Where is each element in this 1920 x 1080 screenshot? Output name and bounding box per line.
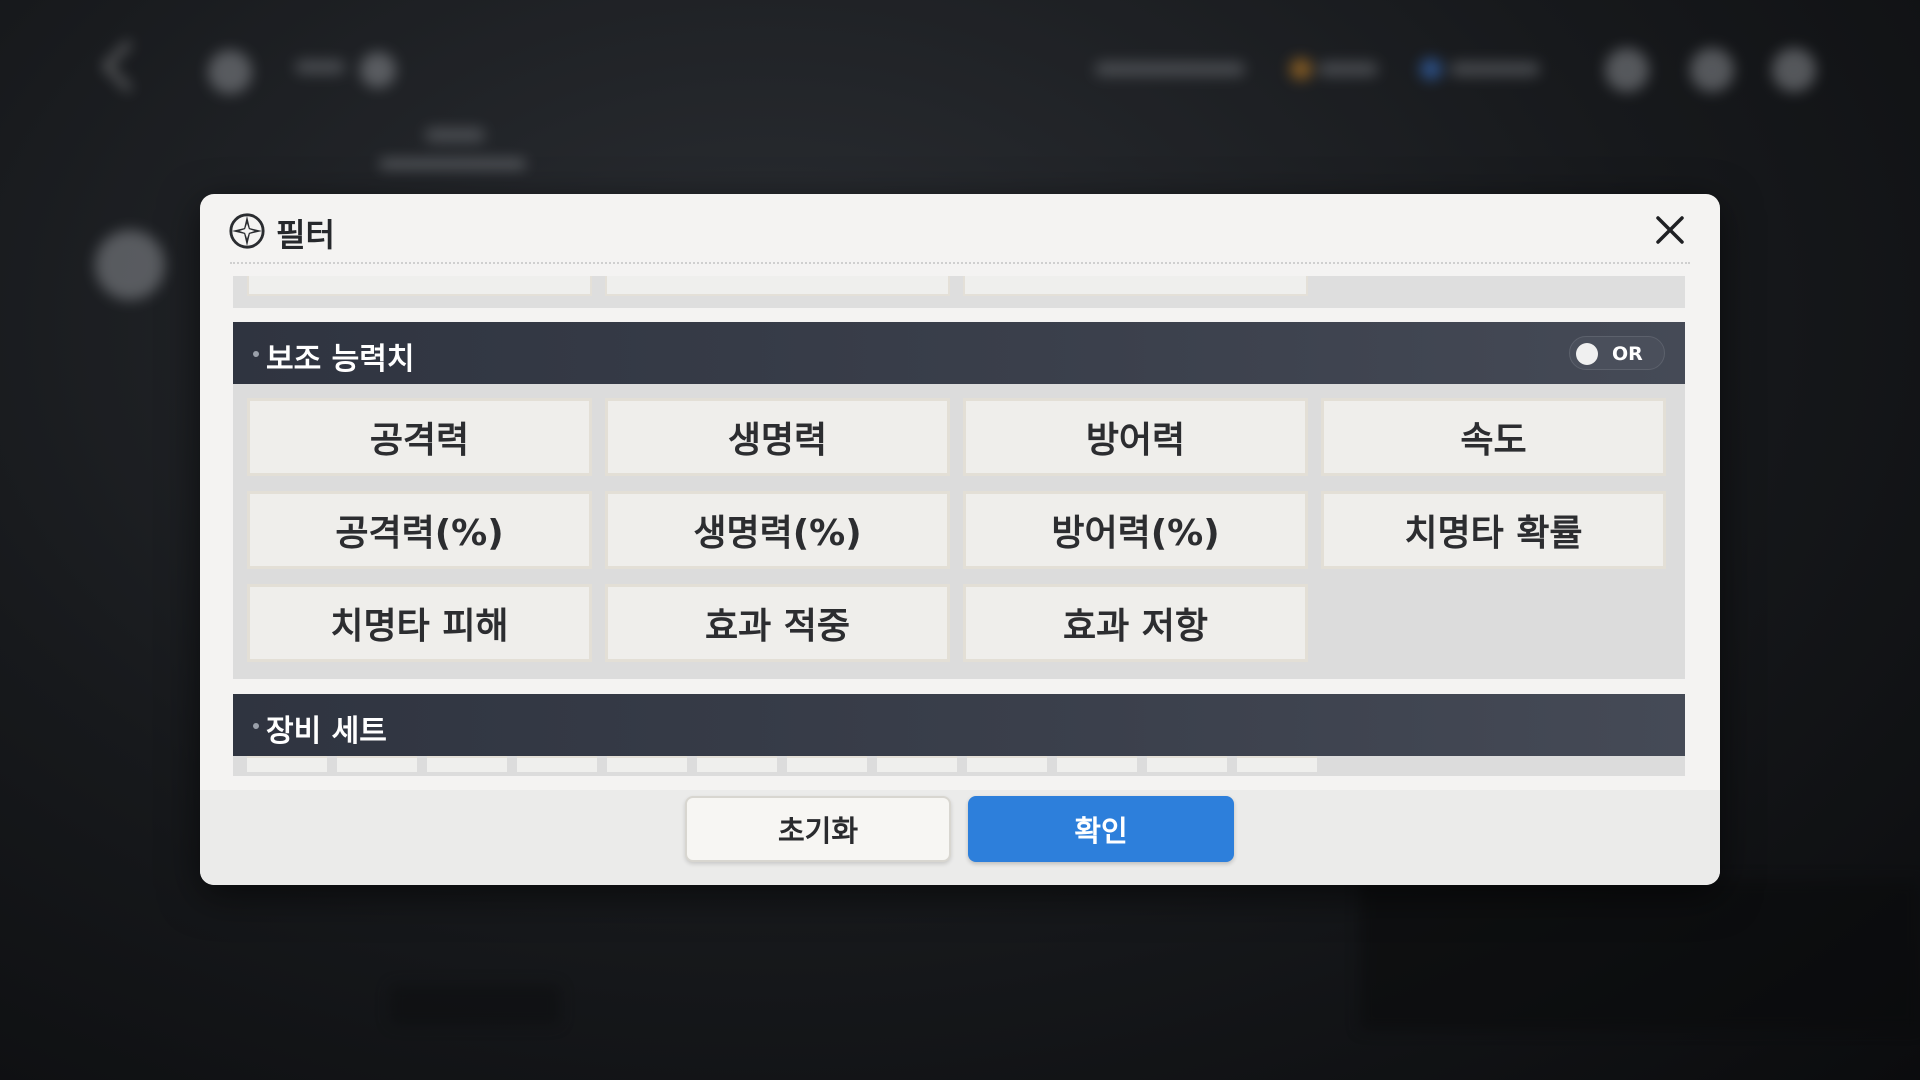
background-button: [390, 985, 560, 1025]
dialog-footer: 초기화 확인: [200, 790, 1720, 885]
bullet-icon: [253, 723, 259, 729]
dialog-header: 필터: [200, 194, 1720, 264]
option-crit-chance[interactable]: 치명타 확률: [1321, 491, 1666, 569]
option-stub: [607, 756, 687, 772]
option-crit-damage[interactable]: 치명타 피해: [247, 584, 592, 662]
menu-icon: [1605, 48, 1649, 92]
option-stub: [1147, 756, 1227, 772]
option-effect-resistance[interactable]: 효과 저항: [963, 584, 1308, 662]
reset-button[interactable]: 초기화: [685, 796, 951, 862]
option-stub: [247, 276, 592, 296]
option-stub: [247, 756, 327, 772]
section-header-sub-stats: 보조 능력치 OR: [233, 322, 1685, 384]
option-stub: [787, 756, 867, 772]
option-stub: [877, 756, 957, 772]
option-effectiveness[interactable]: 효과 적중: [605, 584, 950, 662]
close-icon[interactable]: [1648, 208, 1692, 252]
currency-bar: [1318, 62, 1378, 76]
option-stub: [605, 276, 950, 296]
gem-icon: [1420, 58, 1442, 80]
option-stub: [337, 756, 417, 772]
filter-scroll-area[interactable]: 보조 능력치 OR 공격력 생명력 방어력 속도 공격력(%) 생명력(%) 방…: [233, 276, 1685, 780]
previous-section-remnant: [233, 276, 1685, 308]
section-header-equipment-set: 장비 세트: [233, 694, 1685, 756]
option-stub: [1237, 756, 1317, 772]
shop-icon: [1772, 48, 1816, 92]
option-stub: [963, 276, 1308, 296]
option-stub: [517, 756, 597, 772]
bullet-icon: [253, 351, 259, 357]
info-icon: [360, 52, 396, 88]
option-attack[interactable]: 공격력: [247, 398, 592, 476]
option-stub: [1057, 756, 1137, 772]
option-stub: [427, 756, 507, 772]
home-icon: [208, 50, 252, 94]
dialog-title: 필터: [276, 216, 335, 254]
option-speed[interactable]: 속도: [1321, 398, 1666, 476]
currency-bar: [1450, 62, 1540, 76]
option-defense[interactable]: 방어력: [963, 398, 1308, 476]
mail-icon: [1690, 48, 1734, 92]
toggle-knob: [1576, 343, 1598, 365]
compass-star-icon: [229, 213, 265, 249]
equipment-set-options-remnant: [233, 756, 1685, 776]
filter-dialog: 필터 보조 능력치 OR 공격력 생명력 방어력 속도 공격력(%) 생명력(%…: [200, 194, 1720, 885]
option-health-percent[interactable]: 생명력(%): [605, 491, 950, 569]
section-title: 보조 능력치: [266, 342, 415, 377]
toggle-label: OR: [1612, 343, 1643, 365]
option-defense-percent[interactable]: 방어력(%): [963, 491, 1308, 569]
option-stub: [697, 756, 777, 772]
avatar: [95, 230, 165, 300]
gold-icon: [1290, 58, 1312, 80]
back-arrow-icon: [102, 40, 154, 92]
background-label: [295, 60, 345, 74]
sub-stat-options: 공격력 생명력 방어력 속도 공격력(%) 생명력(%) 방어력(%) 치명타 …: [233, 384, 1685, 679]
background-panel: [1360, 880, 1920, 1030]
option-stub: [967, 756, 1047, 772]
currency-bar: [1095, 62, 1245, 76]
active-tab-indicator: [380, 160, 525, 168]
option-health[interactable]: 생명력: [605, 398, 950, 476]
tab-label: [425, 128, 485, 142]
section-title: 장비 세트: [266, 714, 387, 749]
and-or-toggle[interactable]: OR: [1569, 336, 1665, 370]
confirm-button[interactable]: 확인: [968, 796, 1234, 862]
header-divider: [230, 262, 1690, 264]
option-attack-percent[interactable]: 공격력(%): [247, 491, 592, 569]
